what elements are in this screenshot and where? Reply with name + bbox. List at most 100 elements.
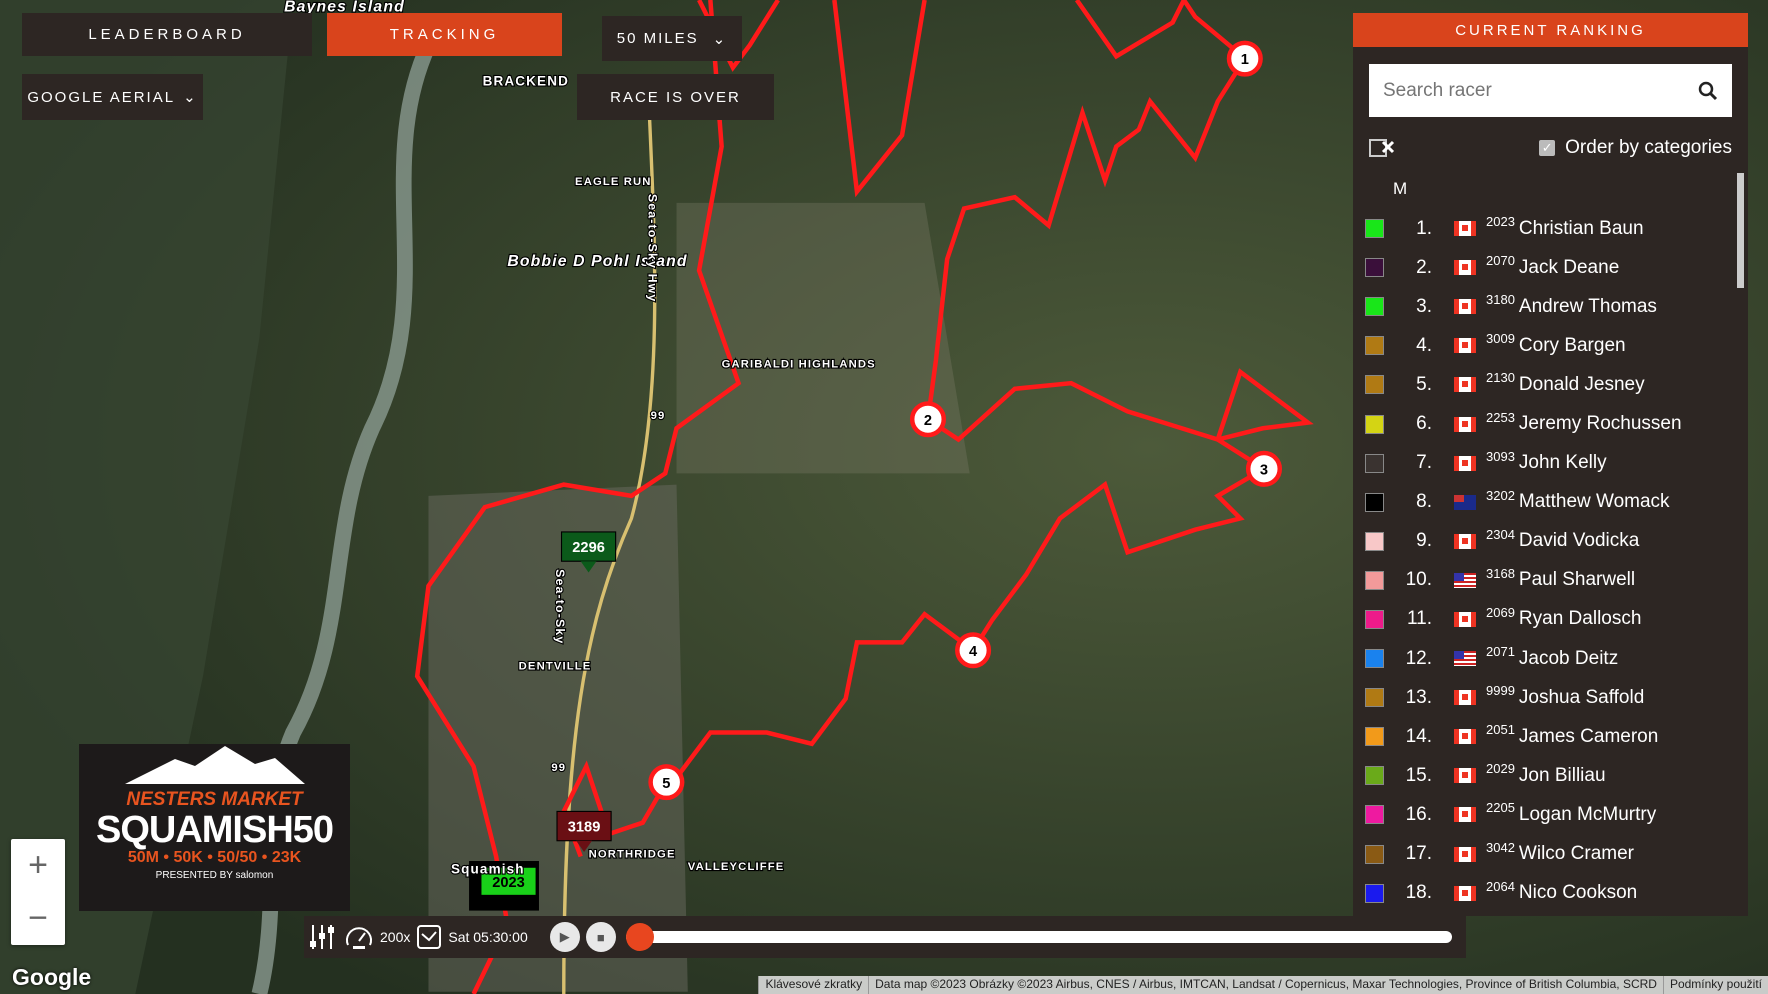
zoom-in-button[interactable]: +: [11, 839, 65, 892]
category-label: M: [1393, 179, 1408, 198]
racer-row[interactable]: 14. 2051 James Cameron: [1353, 717, 1738, 756]
ranking-panel: CURRENT RANKING ✓ Order by categories M 1…: [1353, 13, 1748, 916]
racer-position: 2.: [1416, 256, 1432, 278]
racer-color-swatch[interactable]: [1365, 336, 1384, 356]
racer-position: 13.: [1405, 686, 1432, 708]
svg-text:Squamish: Squamish: [451, 861, 525, 876]
svg-text:NORTHRIDGE: NORTHRIDGE: [589, 849, 676, 861]
racer-color-swatch[interactable]: [1365, 883, 1384, 903]
checkbox[interactable]: ✓: [1539, 140, 1556, 156]
zoom-controls: + −: [11, 839, 65, 945]
racer-color-swatch[interactable]: [1365, 414, 1384, 434]
racer-name: Paul Sharwell: [1518, 569, 1636, 591]
racer-color-swatch[interactable]: [1365, 375, 1384, 395]
racer-row[interactable]: 18. 2064 Nico Cookson: [1353, 874, 1738, 913]
logo-sponsor: NESTERS MARKET: [126, 789, 303, 810]
racer-row[interactable]: 2. 2070 Jack Deane: [1353, 248, 1738, 287]
racer-color-swatch[interactable]: [1365, 766, 1384, 786]
racer-bib: 3009: [1486, 331, 1515, 347]
svg-text:3: 3: [1260, 462, 1268, 478]
stop-button[interactable]: ■: [585, 922, 616, 952]
racer-row[interactable]: 15. 2029 Jon Billiau: [1353, 756, 1738, 795]
tab-leaderboard[interactable]: LEADERBOARD: [22, 13, 312, 56]
racer-color-swatch[interactable]: [1365, 609, 1384, 629]
event-logo: NESTERS MARKET SQUAMISH50 50M • 50K • 50…: [79, 744, 350, 911]
racer-row[interactable]: 17. 3042 Wilco Cramer: [1353, 835, 1738, 874]
racer-name: Jeremy Rochussen: [1518, 413, 1682, 435]
zoom-out-button[interactable]: −: [11, 892, 65, 945]
racer-name: Jacob Deitz: [1518, 647, 1619, 669]
racer-color-swatch[interactable]: [1365, 219, 1384, 239]
racer-color-swatch[interactable]: [1365, 727, 1384, 747]
terms-link[interactable]: Podmínky použití: [1662, 976, 1768, 994]
settings-sliders-icon[interactable]: [308, 923, 338, 951]
racer-position: 3.: [1416, 295, 1432, 317]
search-icon[interactable]: [1698, 81, 1718, 101]
racer-row[interactable]: 7. 3093 John Kelly: [1353, 444, 1738, 483]
tab-tracking[interactable]: TRACKING: [327, 13, 562, 56]
racer-name: Jon Billiau: [1518, 764, 1606, 786]
racer-color-swatch[interactable]: [1365, 492, 1384, 512]
racer-color-swatch[interactable]: [1365, 688, 1384, 708]
racer-row[interactable]: 9. 2304 David Vodicka: [1353, 522, 1738, 561]
racer-color-swatch[interactable]: [1365, 649, 1384, 669]
racer-bib: 3042: [1486, 839, 1515, 855]
racer-color-swatch[interactable]: [1365, 570, 1384, 590]
racer-color-swatch[interactable]: [1365, 453, 1384, 473]
racer-position: 18.: [1405, 882, 1432, 904]
clock-icon[interactable]: [416, 924, 442, 950]
clear-selection-icon[interactable]: [1369, 137, 1397, 159]
svg-text:5: 5: [662, 776, 670, 792]
racer-position: 17.: [1405, 843, 1432, 865]
svg-text:99: 99: [651, 410, 666, 422]
map-layer-select[interactable]: GOOGLE AERIAL ⌄: [22, 74, 203, 120]
racer-row[interactable]: 5. 2130 Donald Jesney: [1353, 365, 1738, 404]
flag-us-icon: [1454, 572, 1476, 588]
racer-color-swatch[interactable]: [1365, 531, 1384, 551]
racer-color-swatch[interactable]: [1365, 297, 1384, 317]
order-by-categories-toggle[interactable]: ✓ Order by categories: [1539, 137, 1732, 159]
flag-au-icon: [1454, 494, 1476, 510]
racer-bib: 3202: [1486, 487, 1515, 503]
racer-row[interactable]: 3. 3180 Andrew Thomas: [1353, 287, 1738, 326]
racer-row[interactable]: 6. 2253 Jeremy Rochussen: [1353, 404, 1738, 443]
logo-distances: 50M • 50K • 50/50 • 23K: [127, 849, 302, 866]
distance-select[interactable]: 50 MILES ⌄: [602, 16, 742, 61]
timeline-handle[interactable]: [625, 923, 654, 951]
racer-bib: 2029: [1486, 761, 1515, 777]
racer-color-swatch[interactable]: [1365, 258, 1384, 278]
flag-ca-icon: [1454, 455, 1476, 471]
racer-position: 5.: [1416, 373, 1432, 395]
flag-us-icon: [1454, 651, 1476, 667]
racer-row[interactable]: 8. 3202 Matthew Womack: [1353, 483, 1738, 522]
racer-position: 16.: [1405, 803, 1432, 825]
racer-row[interactable]: 12. 2071 Jacob Deitz: [1353, 639, 1738, 678]
race-status: RACE IS OVER: [577, 74, 774, 120]
scrollbar[interactable]: [1737, 173, 1744, 288]
checkpoint-3: 3: [1245, 450, 1283, 487]
speedometer-icon[interactable]: [344, 923, 374, 951]
racer-position: 7.: [1416, 452, 1432, 474]
racer-name: David Vodicka: [1518, 530, 1640, 552]
racer-color-swatch[interactable]: [1365, 844, 1384, 864]
racer-row[interactable]: 10. 3168 Paul Sharwell: [1353, 561, 1738, 600]
racer-bib: 3168: [1486, 565, 1515, 581]
keyboard-shortcuts-link[interactable]: Klávesové zkratky: [758, 976, 869, 994]
racer-row[interactable]: 11. 2069 Ryan Dallosch: [1353, 600, 1738, 639]
svg-text:2296: 2296: [572, 540, 605, 556]
playback-speed[interactable]: 200x: [380, 929, 410, 945]
racer-row[interactable]: 13. 9999 Joshua Saffold: [1353, 678, 1738, 717]
timeline-slider[interactable]: [625, 923, 1452, 951]
racer-bib: 3093: [1486, 448, 1515, 464]
flag-ca-icon: [1454, 729, 1476, 745]
racer-color-swatch[interactable]: [1365, 805, 1384, 825]
racer-name: Andrew Thomas: [1518, 295, 1657, 317]
svg-text:1: 1: [1241, 52, 1249, 68]
racer-row[interactable]: 4. 3009 Cory Bargen: [1353, 326, 1738, 365]
search-input[interactable]: [1383, 79, 1698, 102]
play-button[interactable]: ▶: [549, 922, 580, 952]
flag-ca-icon: [1454, 260, 1476, 276]
racer-row[interactable]: 1. 2023 Christian Baun: [1353, 209, 1738, 248]
racer-row[interactable]: 16. 2205 Logan McMurtry: [1353, 795, 1738, 834]
search-box[interactable]: [1369, 64, 1732, 117]
